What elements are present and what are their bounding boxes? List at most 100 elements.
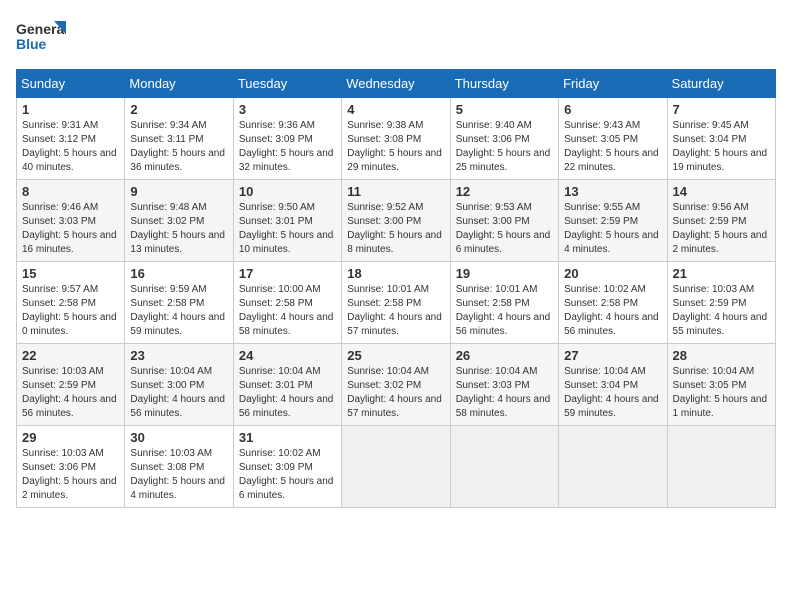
day-number: 11 xyxy=(347,184,444,199)
day-number: 22 xyxy=(22,348,119,363)
calendar-cell: 11 Sunrise: 9:52 AM Sunset: 3:00 PM Dayl… xyxy=(342,180,450,262)
calendar-cell: 3 Sunrise: 9:36 AM Sunset: 3:09 PM Dayli… xyxy=(233,98,341,180)
day-info: Sunrise: 10:02 AM Sunset: 2:58 PM Daylig… xyxy=(564,283,661,339)
day-number: 18 xyxy=(347,266,444,281)
day-info: Sunrise: 9:31 AM Sunset: 3:12 PM Dayligh… xyxy=(22,119,119,175)
day-number: 25 xyxy=(347,348,444,363)
calendar-cell: 13 Sunrise: 9:55 AM Sunset: 2:59 PM Dayl… xyxy=(559,180,667,262)
day-info: Sunrise: 10:02 AM Sunset: 3:09 PM Daylig… xyxy=(239,447,336,503)
day-number: 17 xyxy=(239,266,336,281)
calendar-cell xyxy=(342,426,450,508)
day-number: 1 xyxy=(22,102,119,117)
day-info: Sunrise: 9:34 AM Sunset: 3:11 PM Dayligh… xyxy=(130,119,227,175)
day-number: 24 xyxy=(239,348,336,363)
day-number: 9 xyxy=(130,184,227,199)
day-info: Sunrise: 10:01 AM Sunset: 2:58 PM Daylig… xyxy=(347,283,444,339)
calendar: SundayMondayTuesdayWednesdayThursdayFrid… xyxy=(16,69,776,508)
day-info: Sunrise: 10:04 AM Sunset: 3:00 PM Daylig… xyxy=(130,365,227,421)
day-info: Sunrise: 10:03 AM Sunset: 3:06 PM Daylig… xyxy=(22,447,119,503)
svg-text:Blue: Blue xyxy=(16,36,47,52)
day-number: 13 xyxy=(564,184,661,199)
weekday-header-friday: Friday xyxy=(559,70,667,98)
day-info: Sunrise: 10:03 AM Sunset: 2:59 PM Daylig… xyxy=(22,365,119,421)
calendar-cell: 26 Sunrise: 10:04 AM Sunset: 3:03 PM Day… xyxy=(450,344,558,426)
calendar-cell: 25 Sunrise: 10:04 AM Sunset: 3:02 PM Day… xyxy=(342,344,450,426)
day-info: Sunrise: 10:04 AM Sunset: 3:04 PM Daylig… xyxy=(564,365,661,421)
day-number: 4 xyxy=(347,102,444,117)
day-number: 21 xyxy=(673,266,770,281)
day-info: Sunrise: 10:01 AM Sunset: 2:58 PM Daylig… xyxy=(456,283,553,339)
logo: General Blue xyxy=(16,16,66,61)
calendar-cell: 10 Sunrise: 9:50 AM Sunset: 3:01 PM Dayl… xyxy=(233,180,341,262)
day-info: Sunrise: 9:50 AM Sunset: 3:01 PM Dayligh… xyxy=(239,201,336,257)
weekday-header-tuesday: Tuesday xyxy=(233,70,341,98)
calendar-cell: 12 Sunrise: 9:53 AM Sunset: 3:00 PM Dayl… xyxy=(450,180,558,262)
calendar-cell xyxy=(450,426,558,508)
day-number: 7 xyxy=(673,102,770,117)
calendar-cell: 18 Sunrise: 10:01 AM Sunset: 2:58 PM Day… xyxy=(342,262,450,344)
day-number: 15 xyxy=(22,266,119,281)
day-info: Sunrise: 9:40 AM Sunset: 3:06 PM Dayligh… xyxy=(456,119,553,175)
day-info: Sunrise: 10:03 AM Sunset: 3:08 PM Daylig… xyxy=(130,447,227,503)
calendar-cell: 2 Sunrise: 9:34 AM Sunset: 3:11 PM Dayli… xyxy=(125,98,233,180)
day-info: Sunrise: 9:48 AM Sunset: 3:02 PM Dayligh… xyxy=(130,201,227,257)
day-info: Sunrise: 9:59 AM Sunset: 2:58 PM Dayligh… xyxy=(130,283,227,339)
calendar-cell: 8 Sunrise: 9:46 AM Sunset: 3:03 PM Dayli… xyxy=(17,180,125,262)
calendar-cell: 4 Sunrise: 9:38 AM Sunset: 3:08 PM Dayli… xyxy=(342,98,450,180)
weekday-header-thursday: Thursday xyxy=(450,70,558,98)
day-info: Sunrise: 10:03 AM Sunset: 2:59 PM Daylig… xyxy=(673,283,770,339)
calendar-cell: 30 Sunrise: 10:03 AM Sunset: 3:08 PM Day… xyxy=(125,426,233,508)
day-info: Sunrise: 9:36 AM Sunset: 3:09 PM Dayligh… xyxy=(239,119,336,175)
calendar-cell: 28 Sunrise: 10:04 AM Sunset: 3:05 PM Day… xyxy=(667,344,775,426)
day-info: Sunrise: 10:04 AM Sunset: 3:02 PM Daylig… xyxy=(347,365,444,421)
calendar-cell: 19 Sunrise: 10:01 AM Sunset: 2:58 PM Day… xyxy=(450,262,558,344)
day-info: Sunrise: 9:38 AM Sunset: 3:08 PM Dayligh… xyxy=(347,119,444,175)
calendar-cell: 5 Sunrise: 9:40 AM Sunset: 3:06 PM Dayli… xyxy=(450,98,558,180)
weekday-header-sunday: Sunday xyxy=(17,70,125,98)
calendar-cell: 1 Sunrise: 9:31 AM Sunset: 3:12 PM Dayli… xyxy=(17,98,125,180)
calendar-cell: 31 Sunrise: 10:02 AM Sunset: 3:09 PM Day… xyxy=(233,426,341,508)
calendar-cell xyxy=(667,426,775,508)
day-info: Sunrise: 9:43 AM Sunset: 3:05 PM Dayligh… xyxy=(564,119,661,175)
calendar-cell: 17 Sunrise: 10:00 AM Sunset: 2:58 PM Day… xyxy=(233,262,341,344)
day-info: Sunrise: 9:57 AM Sunset: 2:58 PM Dayligh… xyxy=(22,283,119,339)
day-info: Sunrise: 10:04 AM Sunset: 3:05 PM Daylig… xyxy=(673,365,770,421)
day-info: Sunrise: 10:00 AM Sunset: 2:58 PM Daylig… xyxy=(239,283,336,339)
day-number: 2 xyxy=(130,102,227,117)
day-number: 8 xyxy=(22,184,119,199)
day-number: 29 xyxy=(22,430,119,445)
calendar-cell: 14 Sunrise: 9:56 AM Sunset: 2:59 PM Dayl… xyxy=(667,180,775,262)
day-number: 26 xyxy=(456,348,553,363)
day-number: 27 xyxy=(564,348,661,363)
calendar-cell: 20 Sunrise: 10:02 AM Sunset: 2:58 PM Day… xyxy=(559,262,667,344)
calendar-cell: 24 Sunrise: 10:04 AM Sunset: 3:01 PM Day… xyxy=(233,344,341,426)
weekday-header-wednesday: Wednesday xyxy=(342,70,450,98)
day-info: Sunrise: 9:45 AM Sunset: 3:04 PM Dayligh… xyxy=(673,119,770,175)
day-info: Sunrise: 10:04 AM Sunset: 3:03 PM Daylig… xyxy=(456,365,553,421)
day-number: 6 xyxy=(564,102,661,117)
calendar-cell: 29 Sunrise: 10:03 AM Sunset: 3:06 PM Day… xyxy=(17,426,125,508)
calendar-cell: 27 Sunrise: 10:04 AM Sunset: 3:04 PM Day… xyxy=(559,344,667,426)
day-number: 16 xyxy=(130,266,227,281)
day-info: Sunrise: 9:55 AM Sunset: 2:59 PM Dayligh… xyxy=(564,201,661,257)
calendar-cell xyxy=(559,426,667,508)
calendar-cell: 7 Sunrise: 9:45 AM Sunset: 3:04 PM Dayli… xyxy=(667,98,775,180)
calendar-cell: 22 Sunrise: 10:03 AM Sunset: 2:59 PM Day… xyxy=(17,344,125,426)
day-number: 19 xyxy=(456,266,553,281)
day-number: 28 xyxy=(673,348,770,363)
day-number: 10 xyxy=(239,184,336,199)
day-info: Sunrise: 9:56 AM Sunset: 2:59 PM Dayligh… xyxy=(673,201,770,257)
weekday-header-monday: Monday xyxy=(125,70,233,98)
day-info: Sunrise: 10:04 AM Sunset: 3:01 PM Daylig… xyxy=(239,365,336,421)
calendar-cell: 23 Sunrise: 10:04 AM Sunset: 3:00 PM Day… xyxy=(125,344,233,426)
calendar-cell: 21 Sunrise: 10:03 AM Sunset: 2:59 PM Day… xyxy=(667,262,775,344)
calendar-cell: 6 Sunrise: 9:43 AM Sunset: 3:05 PM Dayli… xyxy=(559,98,667,180)
calendar-cell: 16 Sunrise: 9:59 AM Sunset: 2:58 PM Dayl… xyxy=(125,262,233,344)
day-number: 12 xyxy=(456,184,553,199)
day-number: 20 xyxy=(564,266,661,281)
day-number: 31 xyxy=(239,430,336,445)
day-info: Sunrise: 9:52 AM Sunset: 3:00 PM Dayligh… xyxy=(347,201,444,257)
day-number: 5 xyxy=(456,102,553,117)
day-number: 30 xyxy=(130,430,227,445)
calendar-cell: 15 Sunrise: 9:57 AM Sunset: 2:58 PM Dayl… xyxy=(17,262,125,344)
